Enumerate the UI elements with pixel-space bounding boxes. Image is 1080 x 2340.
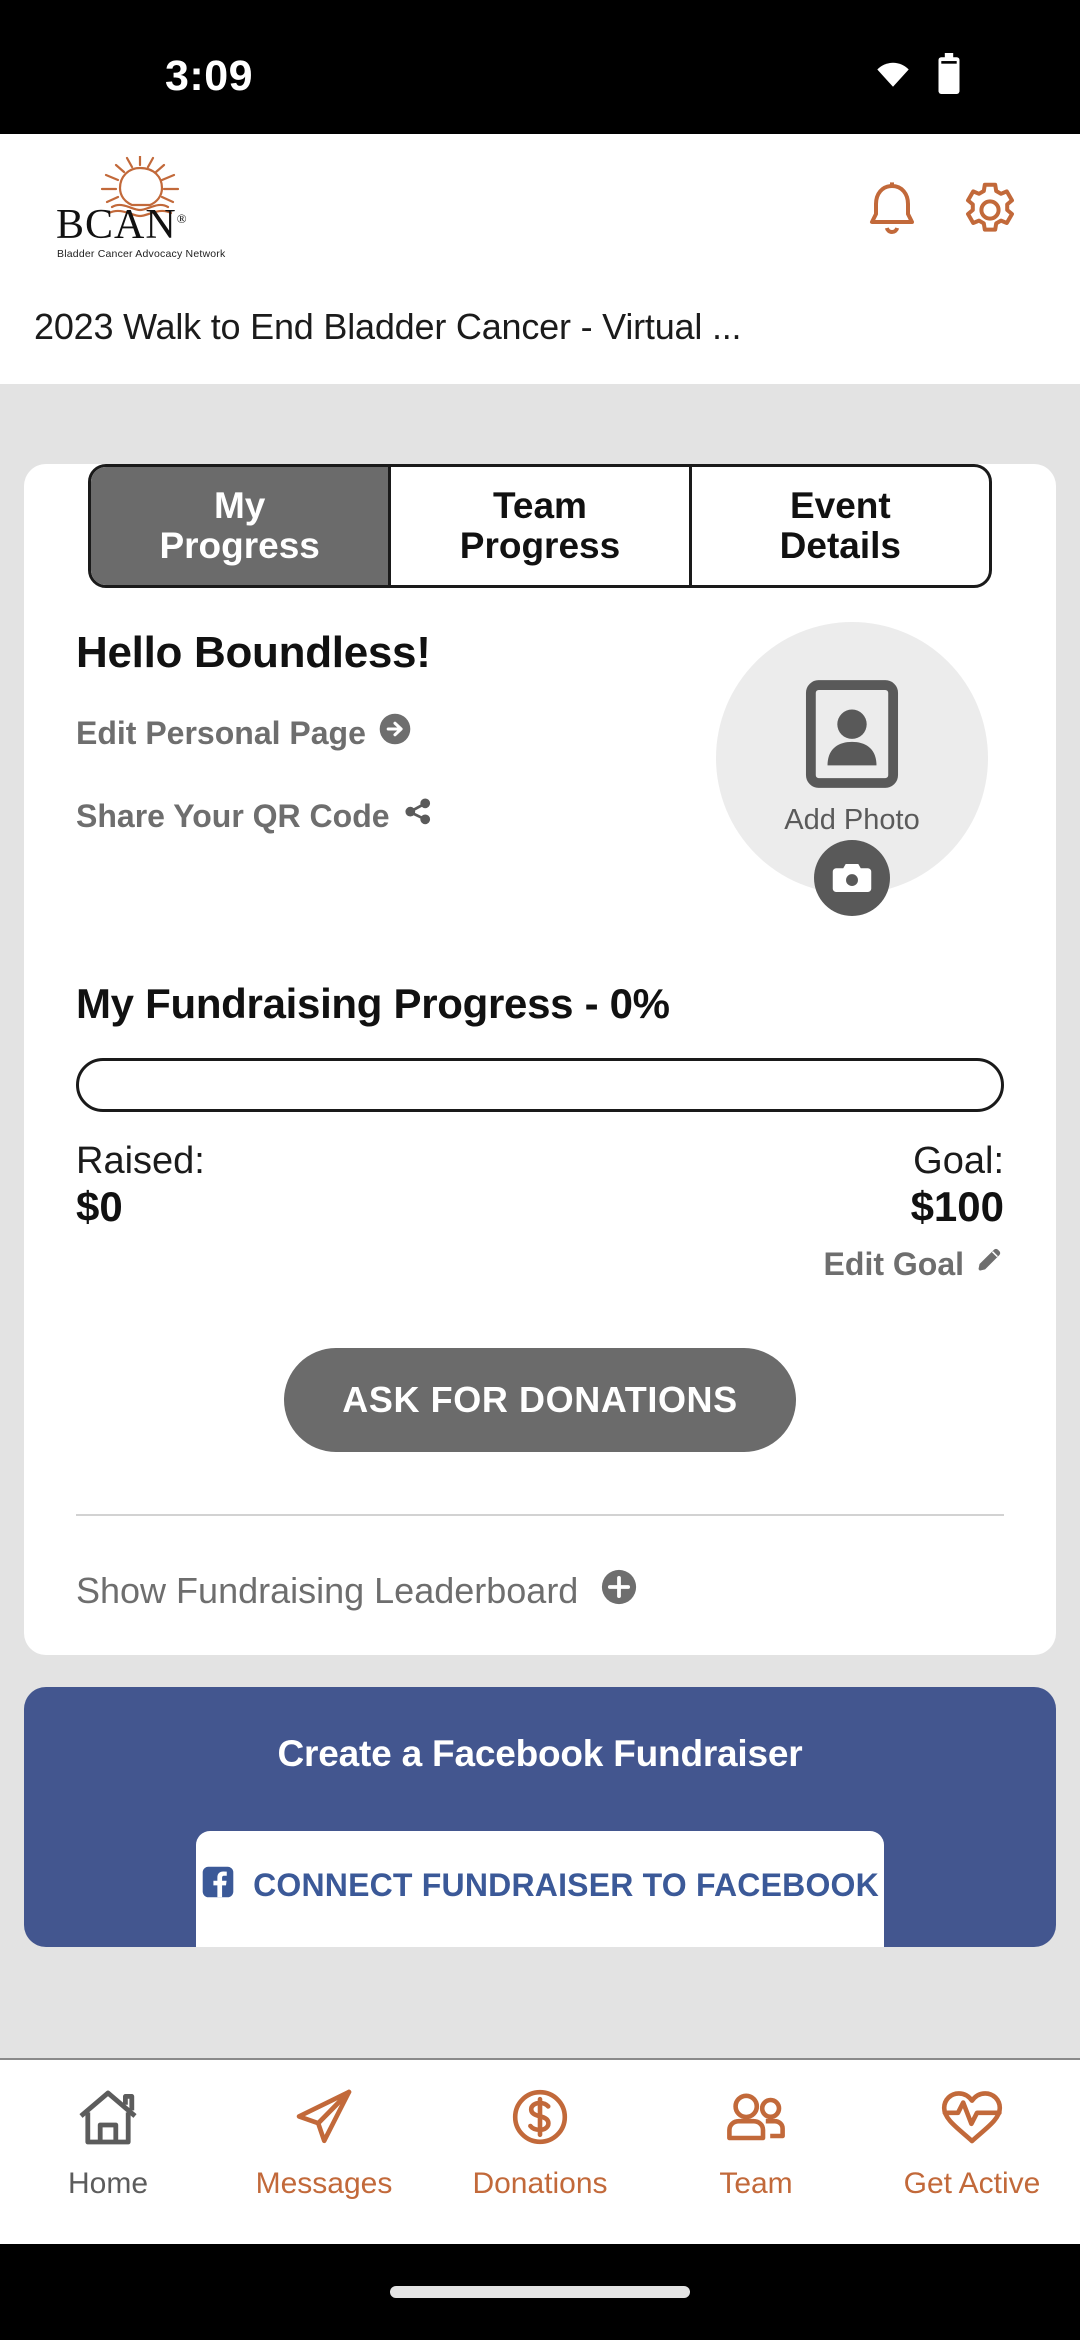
phone-screen: 3:09 BCAN® Bladder Cancer Advocacy Netwo… [0,0,1080,2340]
home-icon [75,2086,141,2153]
edit-goal-label: Edit Goal [823,1246,964,1283]
share-qr-code-label: Share Your QR Code [76,797,390,834]
home-indicator-bar [0,2244,1080,2340]
nav-label-home: Home [67,2167,149,2200]
status-time: 3:09 [165,51,254,100]
dollar-circle-icon [507,2086,573,2153]
share-icon [402,796,434,836]
people-icon [721,2086,791,2153]
tab-my-progress-line1: My [213,485,266,527]
nav-item-donations[interactable]: Donations [432,2086,648,2201]
tab-team-progress[interactable]: Team Progress [391,467,692,585]
main-content: My Progress Team Progress Event Details … [0,384,1080,2058]
arrow-right-circle-icon [378,712,412,754]
facebook-card-title: Create a Facebook Fundraiser [277,1732,803,1774]
tab-event-details-line1: Event [789,485,891,527]
status-icons [872,52,962,100]
amounts-row: Raised: $0 Goal: $100 Edit Goal [76,1140,1004,1284]
connect-facebook-label: CONNECT FUNDRAISER TO FACEBOOK [253,1867,879,1904]
edit-goal-link[interactable]: Edit Goal [824,1246,1004,1284]
goal-value: $100 [910,1182,1004,1230]
tab-my-progress[interactable]: My Progress [91,467,392,585]
bottom-navigation: Home Messages Donations Team Get Active [0,2058,1080,2244]
share-qr-code-link[interactable]: Share Your QR Code [76,796,434,836]
facebook-fundraiser-card: Create a Facebook Fundraiser CONNECT FUN… [24,1686,1056,1947]
home-indicator[interactable] [390,2286,690,2298]
section-divider [76,1513,1004,1516]
tab-event-details[interactable]: Event Details [692,467,989,585]
fundraising-progress-section: My Fundraising Progress - 0% Raised: $0 … [24,980,1056,1452]
app-header: BCAN® Bladder Cancer Advocacy Network 20… [0,134,1080,384]
avatar-label: Add Photo [784,804,920,836]
wifi-icon [872,58,914,95]
tab-team-progress-line2: Progress [459,525,621,566]
nav-item-team[interactable]: Team [648,2086,864,2201]
portrait-placeholder-icon [805,679,899,794]
profile-section: Hello Boundless! Edit Personal Page Shar… [24,588,1056,916]
my-progress-card: My Progress Team Progress Event Details … [24,464,1056,1655]
edit-personal-page-label: Edit Personal Page [76,714,366,751]
nav-label-team: Team [719,2167,793,2200]
page-title: 2023 Walk to End Bladder Cancer - Virtua… [34,306,742,347]
bcan-tagline: Bladder Cancer Advocacy Network [57,248,226,260]
nav-label-get-active: Get Active [903,2167,1041,2200]
tab-my-progress-line2: Progress [159,525,320,566]
heart-pulse-icon [937,2086,1007,2153]
gear-icon[interactable] [960,180,1020,245]
facebook-icon [201,1865,235,1907]
goal-label: Goal: [913,1140,1004,1182]
ask-for-donations-button[interactable]: ASK FOR DONATIONS [284,1347,796,1452]
tab-team-progress-line1: Team [493,485,587,527]
nav-label-donations: Donations [472,2167,608,2200]
bcan-logo: BCAN® Bladder Cancer Advocacy Network [56,154,225,266]
nav-label-messages: Messages [255,2167,393,2200]
progress-bar [76,1058,1004,1112]
greeting-text: Hello Boundless! [76,628,431,677]
tab-event-details-line2: Details [779,525,901,566]
edit-personal-page-link[interactable]: Edit Personal Page [76,712,434,754]
battery-full-icon [936,52,962,100]
show-leaderboard-label: Show Fundraising Leaderboard [76,1570,579,1612]
pencil-icon [974,1246,1004,1284]
nav-item-home[interactable]: Home [0,2086,216,2201]
progress-title: My Fundraising Progress - 0% [76,980,670,1027]
plus-circle-icon [600,1568,638,1615]
nav-item-messages[interactable]: Messages [216,2086,432,2201]
progress-tabs: My Progress Team Progress Event Details [88,464,992,588]
raised-label: Raised: [76,1140,205,1182]
connect-facebook-button[interactable]: CONNECT FUNDRAISER TO FACEBOOK [196,1830,884,1947]
avatar[interactable]: Add Photo [716,622,988,916]
bell-icon[interactable] [864,180,920,245]
status-bar: 3:09 [0,0,1080,134]
bcan-wordmark: BCAN® [56,202,188,248]
show-leaderboard-row[interactable]: Show Fundraising Leaderboard [24,1568,1056,1615]
camera-icon[interactable] [814,840,890,916]
nav-item-get-active[interactable]: Get Active [864,2086,1080,2201]
raised-value: $0 [76,1182,123,1230]
paper-plane-icon [291,2086,357,2153]
